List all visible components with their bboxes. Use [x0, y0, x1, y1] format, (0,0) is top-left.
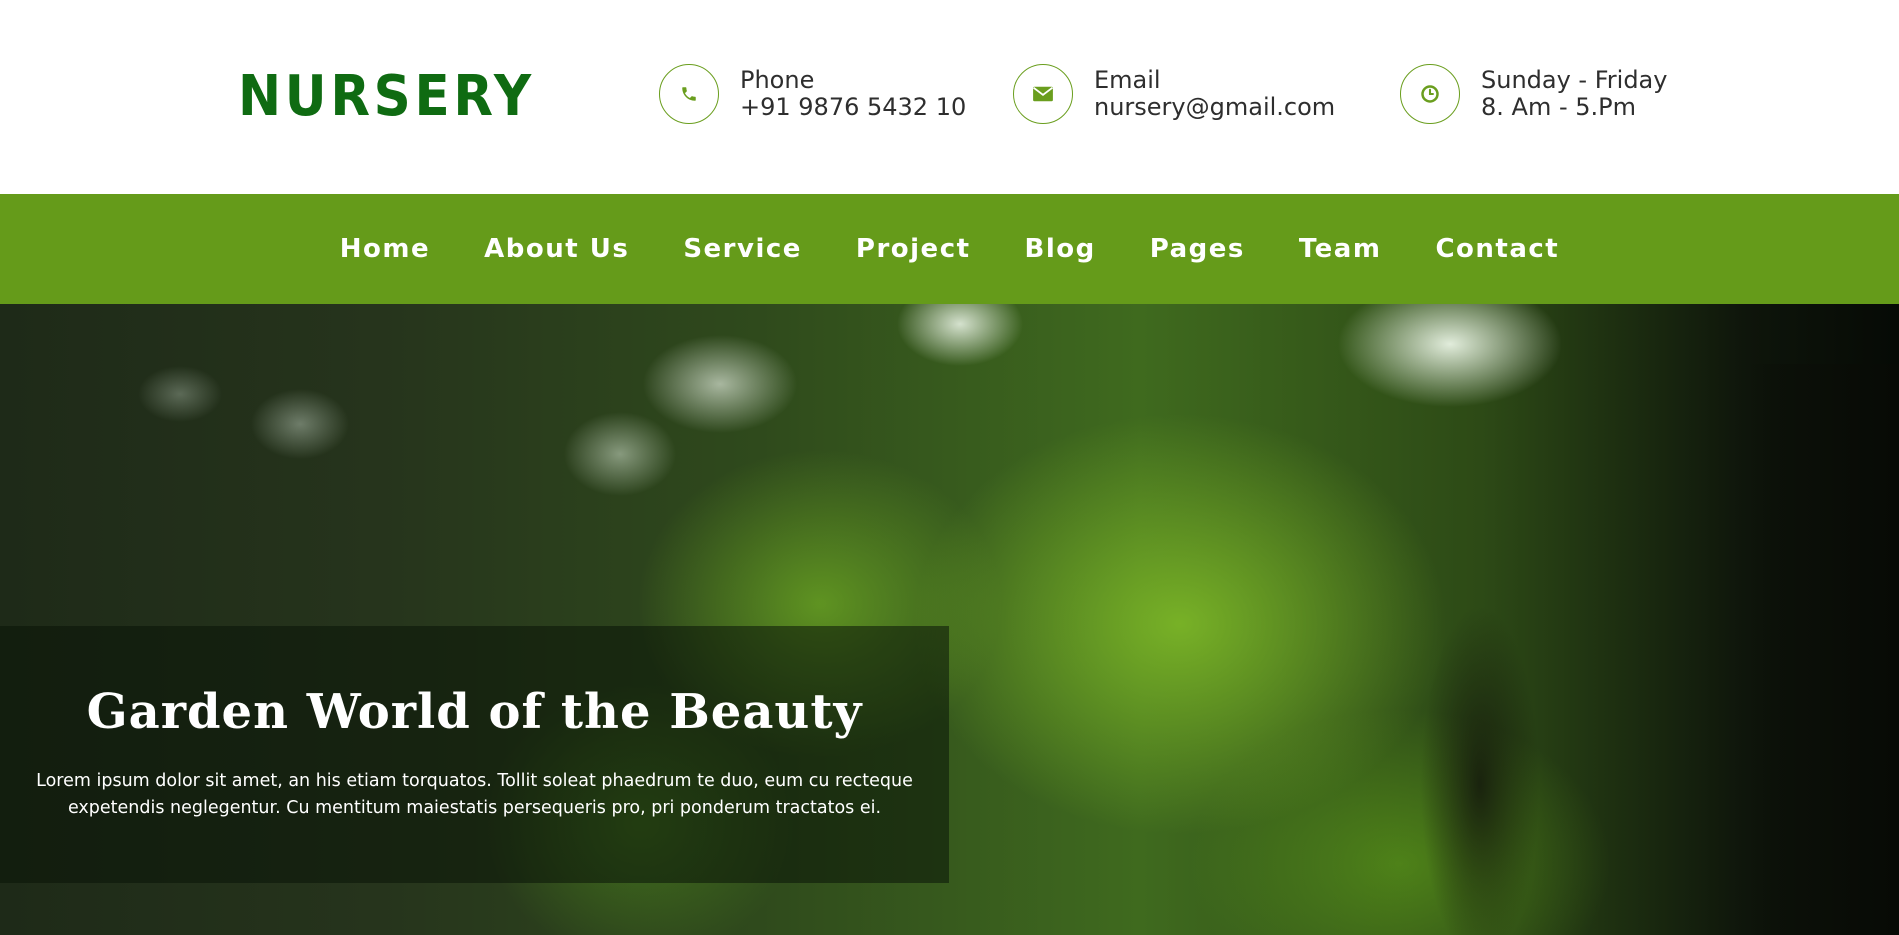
- nav-blog[interactable]: Blog: [1025, 234, 1096, 264]
- phone-info: Phone +91 9876 5432 10: [659, 62, 966, 126]
- hero-caption-panel: [0, 626, 949, 883]
- envelope-icon: [1013, 64, 1073, 124]
- hours-days: Sunday - Friday: [1481, 66, 1668, 94]
- email-address[interactable]: nursery@gmail.com: [1094, 94, 1335, 121]
- phone-number[interactable]: +91 9876 5432 10: [740, 94, 966, 121]
- phone-label: Phone: [740, 66, 815, 94]
- top-header: NURSERY Phone +91 9876 5432 10 Email nur…: [0, 0, 1899, 194]
- hero-tree-trunk: [1749, 364, 1899, 935]
- email-label: Email: [1094, 66, 1161, 94]
- nav-about-us[interactable]: About Us: [484, 234, 629, 264]
- nav-project[interactable]: Project: [856, 234, 971, 264]
- nav-pages[interactable]: Pages: [1150, 234, 1245, 264]
- hero-title: Garden World of the Beauty: [86, 684, 863, 740]
- hours-info: Sunday - Friday 8. Am - 5.Pm: [1400, 62, 1667, 126]
- nav-service[interactable]: Service: [683, 234, 802, 264]
- clock-icon: [1400, 64, 1460, 124]
- phone-icon: [659, 64, 719, 124]
- hero-description: Lorem ipsum dolor sit amet, an his etiam…: [36, 771, 913, 818]
- nav-contact[interactable]: Contact: [1435, 234, 1559, 264]
- nav-home[interactable]: Home: [340, 234, 430, 264]
- nav-team[interactable]: Team: [1299, 234, 1382, 264]
- email-info: Email nursery@gmail.com: [1013, 62, 1335, 126]
- site-logo[interactable]: NURSERY: [238, 64, 535, 129]
- main-nav: Home About Us Service Project Blog Pages…: [0, 194, 1899, 304]
- hours-time: 8. Am - 5.Pm: [1481, 93, 1636, 121]
- hero-tree-shadow: [1420, 604, 1540, 935]
